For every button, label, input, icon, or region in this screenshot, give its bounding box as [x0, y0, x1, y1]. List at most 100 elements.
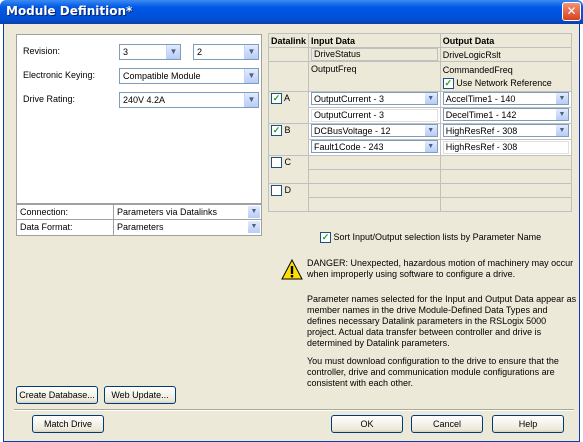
b-output-2-field[interactable]: HighResRef - 308 — [442, 141, 569, 154]
chevron-down-icon[interactable]: ▼ — [248, 221, 260, 233]
cancel-button[interactable]: Cancel — [411, 415, 483, 433]
table-row: ✓ B DCBusVoltage - 12 ▼ HighResRef - 308 ▼ — [267, 123, 573, 156]
chevron-down-icon[interactable]: ▼ — [244, 45, 258, 59]
a-input-1-value: OutputCurrent - 3 — [314, 94, 385, 104]
a-output-2-select[interactable]: DecelTime1 - 142 ▼ — [442, 108, 569, 121]
drive-rating-select[interactable]: 240V 4.2A ▼ — [119, 92, 259, 108]
datalink-d-cell[interactable]: D — [267, 183, 310, 212]
sort-option[interactable]: ✓ Sort Input/Output selection lists by P… — [320, 232, 542, 244]
checkmark-icon[interactable]: ✓ — [271, 93, 282, 105]
table-row: DriveStatus DriveLogicRslt — [267, 47, 573, 62]
checkmark-icon[interactable]: ✓ — [442, 78, 454, 90]
checkmark-icon[interactable]: ✓ — [271, 125, 282, 137]
input-cell[interactable]: OutputCurrent - 3 — [308, 107, 441, 124]
b-input-2-select[interactable]: Fault1Code - 243 ▼ — [311, 140, 438, 153]
ok-button[interactable]: OK — [331, 415, 403, 433]
connection-grid: Connection: Parameters via Datalinks ▼ D… — [16, 204, 262, 236]
b-input-2-value: Fault1Code - 243 — [314, 142, 384, 152]
match-drive-button[interactable]: Match Drive — [32, 415, 104, 433]
output-cell — [439, 169, 573, 184]
revision-minor-select[interactable]: 2 ▼ — [193, 44, 259, 60]
drive-status-field: DriveStatus — [311, 48, 438, 61]
module-definition-dialog: Revision: 3 ▼ 2 ▼ Electronic Keying: Com… — [3, 24, 580, 442]
input-cell — [308, 169, 441, 184]
chevron-down-icon[interactable]: ▼ — [248, 206, 260, 218]
data-format-value: Parameters — [117, 222, 164, 232]
warning-icon — [281, 259, 303, 280]
chevron-down-icon[interactable]: ▼ — [556, 109, 568, 120]
checkbox-c[interactable] — [271, 157, 282, 169]
datalink-b-cell[interactable]: ✓ B — [267, 123, 310, 156]
keying-value: Compatible Module — [123, 71, 201, 81]
datalink-a-label: A — [284, 93, 291, 103]
input-cell[interactable]: OutputCurrent - 3 ▼ — [308, 91, 441, 108]
output-cell — [439, 183, 573, 198]
checkmark-icon[interactable]: ✓ — [320, 232, 331, 244]
download-info-text: You must download configuration to the d… — [307, 356, 559, 388]
input-cell[interactable]: DCBusVoltage - 12 ▼ — [308, 123, 441, 140]
datalink-b-label: B — [284, 125, 291, 135]
checkbox-d[interactable] — [271, 185, 282, 197]
header-datalink: Datalink — [267, 33, 310, 48]
chevron-down-icon[interactable]: ▼ — [424, 93, 437, 104]
a-input-2-field[interactable]: OutputCurrent - 3 — [311, 109, 438, 122]
chevron-down-icon[interactable]: ▼ — [424, 141, 437, 152]
connection-select[interactable]: Parameters via Datalinks ▼ — [113, 205, 261, 219]
chevron-down-icon[interactable]: ▼ — [244, 69, 258, 83]
b-output-1-select[interactable]: HighResRef - 308 ▼ — [442, 124, 569, 137]
header-output-data: Output Data — [439, 33, 573, 48]
table-row — [269, 169, 573, 184]
chevron-down-icon[interactable]: ▼ — [424, 125, 437, 136]
module-settings-panel: Revision: 3 ▼ 2 ▼ Electronic Keying: Com… — [16, 34, 262, 204]
chevron-down-icon[interactable]: ▼ — [556, 93, 568, 104]
create-database-button[interactable]: Create Database... — [16, 386, 98, 404]
revision-major-value: 3 — [123, 47, 129, 57]
chevron-down-icon[interactable]: ▼ — [166, 45, 180, 59]
output-freq-field: OutputFreq — [311, 64, 357, 74]
datalink-table: Datalink Input Data Output Data DriveSta… — [267, 33, 573, 212]
title-bar: Module Definition* ✕ — [0, 0, 583, 24]
a-output-1-value: AccelTime1 - 140 — [445, 94, 516, 104]
output-cell[interactable]: HighResRef - 308 — [439, 139, 573, 156]
drive-logic-field: DriveLogicRslt — [442, 49, 501, 60]
table-row: ✓ A OutputCurrent - 3 ▼ AccelTime1 - 140 ▼ — [267, 91, 573, 124]
table-row: Fault1Code - 243 ▼ HighResRef - 308 — [269, 139, 573, 156]
help-button[interactable]: Help — [492, 415, 564, 433]
output-cell[interactable]: HighResRef - 308 ▼ — [439, 123, 573, 140]
output-cell — [439, 197, 573, 212]
a-input-1-select[interactable]: OutputCurrent - 3 ▼ — [311, 92, 438, 105]
b-input-1-select[interactable]: DCBusVoltage - 12 ▼ — [311, 124, 438, 137]
revision-major-select[interactable]: 3 ▼ — [119, 44, 181, 60]
datalink-c-cell[interactable]: C — [267, 155, 310, 184]
connection-label: Connection: — [20, 207, 69, 217]
b-output-1-value: HighResRef - 308 — [445, 126, 518, 136]
close-button[interactable]: ✕ — [562, 2, 581, 21]
datalink-cell — [267, 47, 310, 62]
web-update-button[interactable]: Web Update... — [104, 386, 176, 404]
use-network-ref-option[interactable]: ✓ Use Network Reference — [442, 77, 569, 90]
table-header-row: Datalink Input Data Output Data — [267, 33, 573, 48]
input-cell[interactable]: Fault1Code - 243 ▼ — [308, 139, 441, 156]
datalink-d-label: D — [284, 185, 292, 195]
table-row: OutputCurrent - 3 DecelTime1 - 142 ▼ — [269, 107, 573, 124]
keying-select[interactable]: Compatible Module ▼ — [119, 68, 259, 84]
data-format-select[interactable]: Parameters ▼ — [113, 220, 261, 235]
datalink-c-label: C — [284, 157, 292, 167]
data-format-row: Data Format: Parameters ▼ — [17, 220, 261, 235]
input-cell — [308, 197, 441, 212]
output-cell — [439, 155, 573, 170]
output-cell: DriveLogicRslt — [439, 47, 573, 62]
output-cell[interactable]: DecelTime1 - 142 ▼ — [439, 107, 573, 124]
input-cell: OutputFreq — [308, 61, 441, 92]
chevron-down-icon[interactable]: ▼ — [556, 125, 568, 136]
chevron-down-icon[interactable]: ▼ — [244, 93, 258, 107]
info-text: Parameter names selected for the Input a… — [307, 294, 577, 348]
output-cell: CommandedFreq ✓ Use Network Reference — [439, 61, 573, 92]
table-row: OutputFreq CommandedFreq ✓ Use Network R… — [267, 61, 573, 92]
header-input-data: Input Data — [308, 33, 441, 48]
danger-text: DANGER: Unexpected, hazardous motion of … — [307, 258, 574, 279]
datalink-a-cell[interactable]: ✓ A — [267, 91, 310, 124]
a-output-1-select[interactable]: AccelTime1 - 140 ▼ — [442, 92, 569, 105]
sort-label: Sort Input/Output selection lists by Par… — [333, 232, 542, 242]
output-cell[interactable]: AccelTime1 - 140 ▼ — [439, 91, 573, 108]
